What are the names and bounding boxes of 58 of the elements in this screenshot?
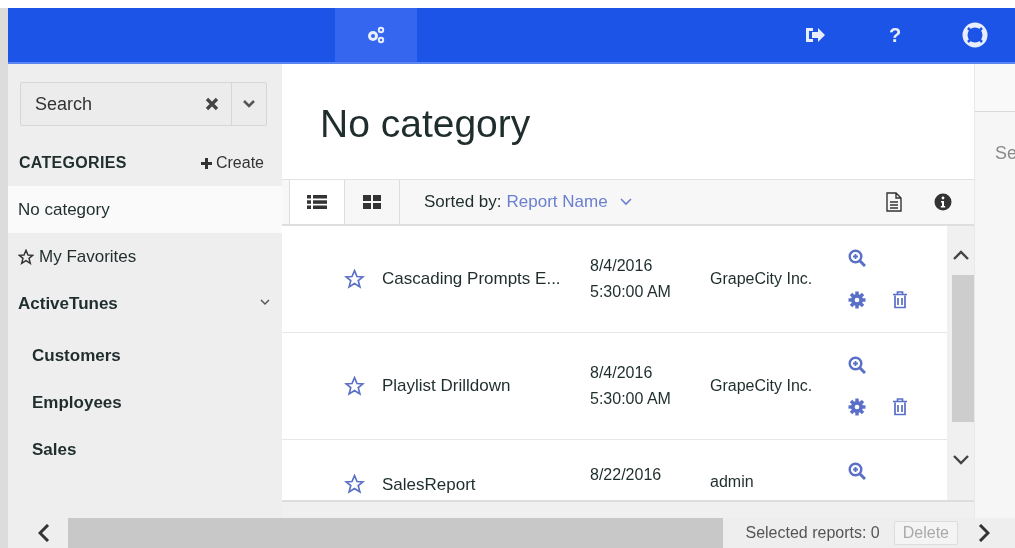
report-author: GrapeCity Inc. [710,377,814,395]
plus-icon [200,157,212,169]
categories-heading: CATEGORIES [19,154,127,172]
zoom-in-icon[interactable] [848,356,866,374]
star-icon[interactable] [344,376,365,396]
clear-icon [205,97,219,111]
search-field[interactable]: Search [21,93,205,115]
category-item[interactable]: No category [8,186,282,233]
report-time: 5:30:00 AM [590,389,672,409]
info-icon [934,193,952,211]
report-name[interactable]: Cascading Prompts E... [382,269,590,289]
info-button[interactable] [934,193,952,211]
exit-icon [804,26,826,44]
chevron-down-icon [952,455,969,465]
chevron-up-icon [952,250,969,260]
report-name[interactable]: Playlist Drilldown [382,376,590,396]
report-date: 8/4/2016 [590,363,654,383]
help-button[interactable]: ? [855,8,935,62]
star-icon [18,248,34,265]
sort-dropdown[interactable]: Report Name [506,192,632,212]
lifebuoy-icon [962,22,988,48]
report-author: GrapeCity Inc. [710,270,814,288]
chevron-down-icon [619,198,632,206]
document-button[interactable] [886,192,902,212]
chevron-left-icon[interactable] [38,524,50,542]
gear-icon[interactable] [848,398,866,416]
sort-label: Sorted by: [424,192,502,212]
report-date: 8/22/2016 [590,465,663,485]
category-item[interactable]: My Favorites [8,233,282,280]
grid-icon [363,194,381,210]
chevron-down-icon [243,100,255,108]
category-item[interactable]: Employees [8,379,282,426]
chevron-right-icon[interactable] [978,524,990,542]
zoom-in-icon[interactable] [848,462,866,480]
vertical-scrollbar[interactable] [947,226,974,500]
document-icon [886,192,902,212]
star-icon[interactable] [344,474,365,494]
report-author: admin [710,472,755,491]
view-toggle[interactable] [289,180,345,224]
report-date: 8/4/2016 [590,256,654,276]
report-time: 5:30:00 AM [590,282,672,302]
category-item[interactable]: ActiveTunes [8,280,282,327]
zoom-in-icon[interactable] [848,249,866,267]
category-item[interactable]: Sales [8,426,282,473]
report-name[interactable]: SalesReport [382,462,590,495]
nav-button[interactable] [335,8,417,62]
search-box[interactable]: Search [20,82,267,126]
page-title: No category [319,100,532,147]
gear-icon[interactable] [848,291,866,309]
trash-icon[interactable] [892,291,908,309]
trash-icon[interactable] [892,398,908,416]
category-item[interactable]: Customers [8,332,282,379]
star-icon[interactable] [344,269,365,289]
gears-icon [366,26,386,44]
list-icon [307,194,327,210]
selected-count: Selected reports: 0 [745,524,880,542]
scrollbar-thumb[interactable] [68,518,723,548]
create-link[interactable]: Create [200,154,264,172]
